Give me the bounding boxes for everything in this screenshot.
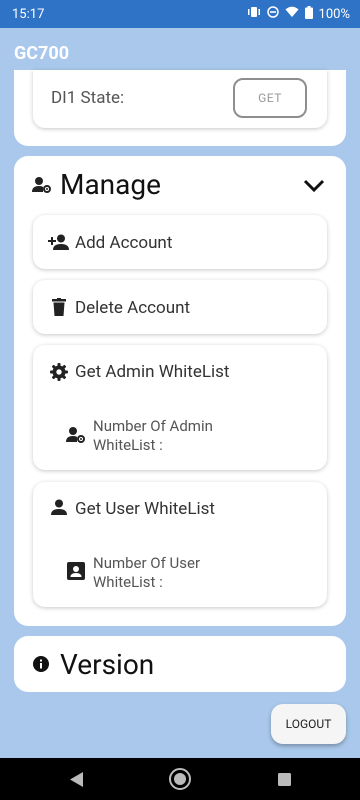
version-title: Version	[60, 648, 155, 681]
get-admin-whitelist-button[interactable]: Get Admin WhiteList	[75, 362, 229, 382]
get-di-button[interactable]: GET	[233, 78, 307, 118]
di-state-label: DI1 State:	[51, 88, 125, 108]
wifi-icon	[285, 6, 299, 22]
person-add-icon	[48, 233, 70, 251]
nav-bar	[0, 758, 360, 800]
app-title: GC700	[14, 42, 70, 64]
contact-card-icon	[67, 562, 85, 580]
logout-button[interactable]: LOGOUT	[271, 704, 346, 744]
back-icon[interactable]	[68, 771, 84, 787]
add-account-label: Add Account	[75, 233, 173, 253]
manage-title: Manage	[60, 168, 161, 201]
info-icon	[32, 655, 50, 673]
vibrate-icon	[247, 6, 261, 22]
battery-icon	[304, 5, 313, 23]
battery-percent: 100%	[318, 6, 350, 22]
admin-accounts-icon	[66, 426, 86, 444]
get-user-whitelist-button[interactable]: Get User WhiteList	[75, 499, 215, 519]
admin-whitelist-count: Number Of Admin WhiteList :	[93, 417, 213, 454]
manage-accounts-icon	[31, 174, 53, 196]
gear-icon	[49, 362, 69, 382]
home-icon[interactable]	[168, 767, 192, 791]
recents-icon[interactable]	[277, 772, 291, 786]
dnd-icon	[266, 6, 279, 22]
trash-icon	[50, 297, 68, 317]
person-icon	[49, 498, 69, 516]
status-time: 15:17	[12, 6, 45, 22]
chevron-down-icon[interactable]	[302, 176, 326, 196]
status-icons: 100%	[247, 5, 350, 23]
delete-account-label: Delete Account	[75, 298, 191, 318]
status-bar: 15:17 100%	[0, 0, 360, 28]
user-whitelist-count: Number Of User WhiteList :	[93, 554, 201, 591]
